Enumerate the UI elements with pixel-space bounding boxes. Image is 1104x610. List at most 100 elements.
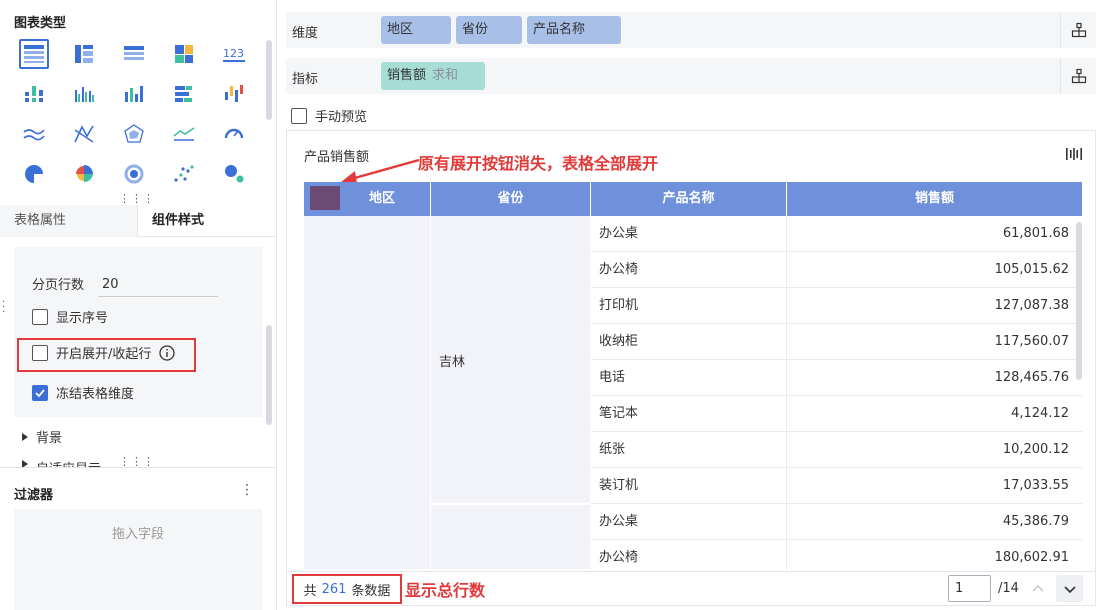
metric-chip-sales[interactable]: 销售额 求和 (381, 62, 485, 90)
background-section-toggle[interactable]: 背景 (22, 427, 62, 446)
table-detail-icon[interactable] (19, 39, 49, 69)
table-scrollbar[interactable] (1076, 222, 1082, 380)
bar-horizontal-icon[interactable] (169, 79, 199, 109)
manual-preview-checkbox[interactable] (291, 107, 307, 124)
product-name-cell: 办公桌 (591, 504, 787, 540)
sales-cell: 45,386.79 (1002, 514, 1069, 529)
province-cell: 吉林 (431, 216, 591, 504)
adaptive-label: 自适应显示 (36, 458, 101, 467)
freeze-dimension-checkbox[interactable] (32, 384, 48, 401)
tab-table-properties[interactable]: 表格属性 (0, 205, 138, 237)
adaptive-section-toggle[interactable]: 自适应显示 (22, 458, 101, 467)
filter-drop-zone[interactable]: 拖入字段 (14, 509, 262, 610)
freeze-dimension-label: 冻结表格维度 (56, 387, 135, 402)
column-header-product[interactable]: 产品名称 (591, 182, 787, 216)
dimension-chip-region[interactable]: 地区 (381, 16, 451, 44)
resize-handle-bottom[interactable]: ⋮⋮⋮ (119, 456, 155, 467)
caret-right-icon (22, 432, 28, 441)
table-row[interactable]: 办公桌 61,801.68 (591, 216, 1082, 252)
dimension-chip-product[interactable]: 产品名称 (527, 16, 621, 44)
tab-component-style[interactable]: 组件样式 (152, 205, 204, 237)
style-settings-panel: 分页行数 20 显示序号 开启展开/收起行 冻结表格维度 (14, 247, 262, 417)
sales-cell: 4,124.12 (1011, 406, 1069, 421)
area-chart-icon[interactable] (169, 119, 199, 149)
product-name-cell: 办公桌 (591, 216, 787, 252)
metric-name: 销售额 (387, 68, 427, 83)
page-number-input[interactable] (948, 575, 991, 602)
rose-chart-icon[interactable] (69, 159, 99, 189)
scatter-icon[interactable] (169, 159, 199, 189)
hierarchy-icon[interactable] (1071, 22, 1087, 38)
freeze-dimension-row[interactable]: 冻结表格维度 (32, 383, 134, 402)
total-prefix: 共 (303, 583, 317, 599)
background-label: 背景 (36, 431, 63, 446)
sales-cell: 10,200.12 (1002, 442, 1069, 457)
column-header-region[interactable]: 地区 (304, 182, 431, 216)
table-row[interactable]: 笔记本 4,124.12 (591, 396, 1082, 432)
color-swatch (310, 186, 340, 210)
data-table: 地区 省份 产品名称 销售额 吉林 办公桌 61,801.68 办公椅 105,01… (304, 182, 1082, 570)
page-total: /14 (998, 581, 1019, 596)
bar-diverging-icon[interactable] (219, 79, 249, 109)
annotation-expand-removed: 原有展开按钮消失，表格全部展开 (418, 154, 659, 173)
table-footer: 共 261 条数据 显示总行数 /14 (287, 571, 1095, 605)
metric-aggregation: 求和 (432, 68, 459, 83)
show-index-row[interactable]: 显示序号 (32, 307, 108, 326)
table-group-icon[interactable] (69, 39, 99, 69)
filter-menu-icon[interactable]: ⋮ (240, 482, 254, 498)
bubble-icon[interactable] (219, 159, 249, 189)
dimension-settings[interactable] (1060, 12, 1096, 48)
resize-handle-top[interactable]: ⋮⋮⋮ (119, 193, 155, 204)
column-header-province[interactable]: 省份 (431, 182, 591, 216)
expand-collapse-highlight-box (17, 338, 196, 372)
ring-chart-icon[interactable] (119, 159, 149, 189)
table-header: 地区 省份 产品名称 销售额 (304, 182, 1082, 216)
combo-chart-icon[interactable] (69, 119, 99, 149)
table-row[interactable]: 收纳柜 117,560.07 (591, 324, 1082, 360)
sales-cell: 128,465.76 (994, 370, 1069, 385)
column-width-icon[interactable] (1065, 145, 1083, 163)
metric-settings[interactable] (1060, 58, 1096, 94)
gauge-icon[interactable] (219, 119, 249, 149)
product-name-cell: 收纳柜 (591, 324, 787, 360)
filter-section: 过滤器 ⋮ 拖入字段 (0, 467, 276, 610)
table-row[interactable]: 办公椅 105,015.62 (591, 252, 1082, 288)
table-cross-icon[interactable] (119, 39, 149, 69)
product-name-cell: 纸张 (591, 432, 787, 468)
radar-chart-icon[interactable] (119, 119, 149, 149)
property-tabs: 表格属性 组件样式 (0, 205, 276, 237)
sales-cell: 17,033.55 (1002, 478, 1069, 493)
bar-chart-icon[interactable] (119, 79, 149, 109)
dimension-chip-province[interactable]: 省份 (456, 16, 522, 44)
next-page-button[interactable] (1056, 575, 1083, 602)
chevron-up-icon (1031, 584, 1044, 592)
table-row[interactable]: 纸张 10,200.12 (591, 432, 1082, 468)
style-panel-scrollbar[interactable] (266, 325, 272, 425)
province-cell-next (431, 505, 591, 570)
chart-editor-area: 维度 地区 省份 产品名称 指标 销售额 求和 手动预览 产品销售额 原有展开按钮… (277, 0, 1104, 610)
pie-chart-icon[interactable] (19, 159, 49, 189)
line-chart-icon[interactable] (19, 119, 49, 149)
drop-placeholder: 拖入字段 (111, 527, 164, 542)
bar-stacked-icon[interactable] (19, 79, 49, 109)
table-row[interactable]: 打印机 127,087.38 (591, 288, 1082, 324)
prev-page-button[interactable] (1024, 575, 1051, 602)
kpi-number-icon[interactable]: 123 (219, 39, 249, 69)
table-row[interactable]: 办公椅 180,602.91 (591, 540, 1082, 570)
chart-type-scrollbar[interactable] (266, 40, 272, 120)
table-row[interactable]: 装订机 17,033.55 (591, 468, 1082, 504)
product-name-cell: 办公椅 (591, 252, 787, 288)
hierarchy-icon[interactable] (1071, 68, 1087, 84)
paging-input[interactable]: 20 (98, 277, 219, 297)
table-row[interactable]: 办公桌 45,386.79 (591, 504, 1082, 540)
panel-resize-handle[interactable]: · · · (2, 298, 5, 318)
table-row[interactable]: 电话 128,465.76 (591, 360, 1082, 396)
column-header-sales[interactable]: 销售额 (787, 182, 1082, 216)
show-index-checkbox[interactable] (32, 308, 48, 325)
sales-cell: 180,602.91 (994, 550, 1069, 565)
treemap-icon[interactable] (169, 39, 199, 69)
manual-preview-row[interactable]: 手动预览 (291, 106, 367, 125)
region-cell (304, 216, 431, 570)
chart-type-title: 图表类型 (14, 16, 67, 31)
bar-grouped-icon[interactable] (69, 79, 99, 109)
